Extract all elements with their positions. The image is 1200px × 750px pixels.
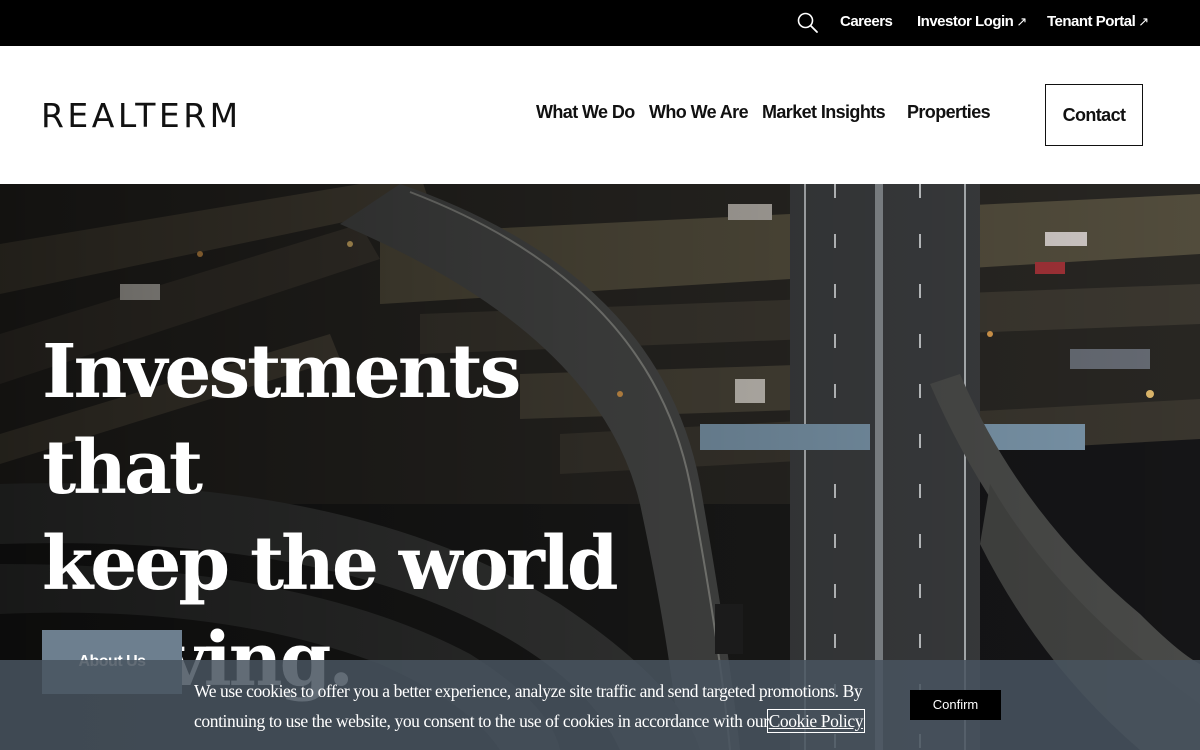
external-link-icon: ↗ [1016, 14, 1027, 29]
cookie-message: We use cookies to offer you a better exp… [194, 676, 894, 736]
cookie-message-text: We use cookies to offer you a better exp… [194, 681, 863, 731]
search-icon[interactable] [796, 11, 820, 35]
tenant-portal-label: Tenant Portal [1047, 13, 1136, 30]
cookie-banner: We use cookies to offer you a better exp… [0, 660, 1200, 750]
nav-market-insights[interactable]: Market Insights [762, 102, 886, 123]
main-header: REALTERM What We Do Who We Are Market In… [0, 46, 1200, 184]
nav-who-we-are[interactable]: Who We Are [649, 102, 749, 123]
external-link-icon: ↗ [1138, 14, 1149, 29]
contact-button[interactable]: Contact [1045, 84, 1143, 146]
hero-title-line: Investments that [42, 329, 521, 511]
utility-bar: Careers Investor Login ↗ Tenant Portal ↗ [0, 0, 1200, 46]
confirm-button[interactable]: Confirm [910, 690, 1001, 720]
realterm-logo[interactable]: REALTERM [41, 96, 242, 136]
nav-what-we-do[interactable]: What We Do [536, 102, 635, 123]
careers-label: Careers [840, 13, 893, 30]
tenant-portal-link[interactable]: Tenant Portal ↗ [1047, 0, 1149, 46]
investor-login-label: Investor Login [917, 13, 1014, 30]
investor-login-link[interactable]: Investor Login ↗ [917, 0, 1027, 46]
cookie-policy-link[interactable]: Cookie Policy [766, 709, 866, 733]
nav-properties[interactable]: Properties [907, 102, 991, 123]
hero-title-line: keep the world [42, 521, 619, 607]
careers-link[interactable]: Careers [840, 0, 893, 46]
